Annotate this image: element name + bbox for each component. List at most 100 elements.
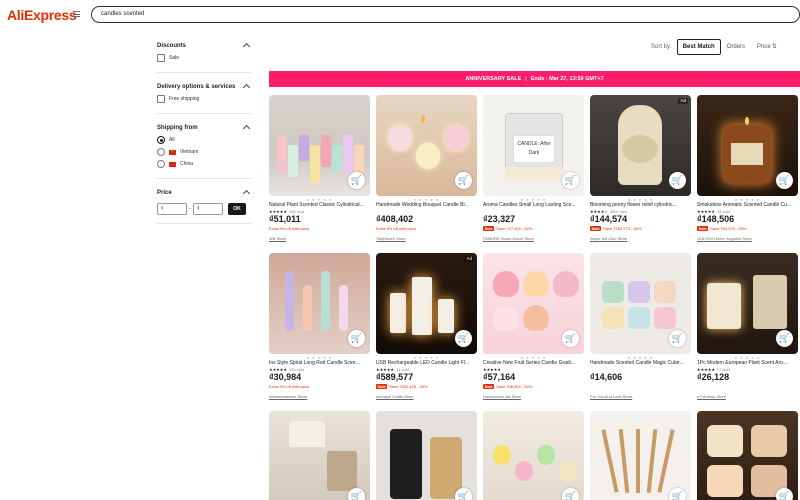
free-shipping-checkbox[interactable] <box>157 95 165 103</box>
store-link[interactable]: For You And Love Store <box>590 394 632 400</box>
promo-detail: Extra 2% off with coins <box>269 384 310 389</box>
radio-all[interactable] <box>157 136 165 144</box>
product-image[interactable]: 🛒 <box>590 411 691 500</box>
price-ok-button[interactable]: OK <box>228 203 246 215</box>
price-max-input[interactable]: ₫ <box>193 203 223 215</box>
store-link[interactable]: Super Init Club Store <box>590 236 627 242</box>
product-title[interactable]: Aroma Candles Small Long Lasting Sce... <box>483 202 584 209</box>
anniversary-sale-banner[interactable]: ANNIVERSARY SALE | Ends : Mar 27, 13:59 GM… <box>269 71 800 87</box>
product-image[interactable]: 🛒 <box>376 95 477 196</box>
filter-sidebar: Discounts Sale Delivery options & servic… <box>157 40 251 232</box>
add-to-cart-icon[interactable]: 🛒 <box>348 330 365 347</box>
promo-detail: Save ₫94,975 - 39% <box>710 226 747 231</box>
add-to-cart-icon[interactable]: 🛒 <box>776 330 793 347</box>
product-image[interactable]: 🛒 <box>697 253 798 354</box>
store-link[interactable]: TidyHaven Store <box>376 236 406 242</box>
promo-text: Sale Save ₫27,426 - 54% <box>483 226 532 232</box>
product-title[interactable]: 1Pc Modern European Plant Scent Aro... <box>697 360 798 367</box>
product-title[interactable]: Handmade Wedding Bouquet Candle Bi... <box>376 202 477 209</box>
add-to-cart-icon[interactable]: 🛒 <box>348 488 365 500</box>
filter-title: Price <box>157 190 172 196</box>
product-title[interactable]: USB Rechargeable LED Candle Light Fl... <box>376 360 477 367</box>
sale-checkbox[interactable] <box>157 54 165 62</box>
option-label: China <box>180 161 194 167</box>
store-link[interactable]: eTuli shop Store <box>697 394 726 400</box>
add-to-cart-icon[interactable]: 🛒 <box>348 172 365 189</box>
china-flag-icon <box>169 159 176 167</box>
product-price: ₫14,606 <box>590 372 623 382</box>
product-image[interactable]: 🛒 <box>697 411 798 500</box>
sort-price[interactable]: Price⇅ <box>751 39 783 55</box>
product-image[interactable]: CANDLE: After Dark 🛒 <box>483 95 584 196</box>
promo-text: Sale Save ₫162,773 - 53% <box>590 226 642 232</box>
product-image[interactable]: Ad 🛒 <box>590 95 691 196</box>
radio-vietnam[interactable] <box>157 148 165 156</box>
product-image[interactable]: 🛒 <box>376 411 477 500</box>
store-link[interactable]: Will Store <box>269 236 286 242</box>
sort-orders[interactable]: Orders <box>721 39 751 55</box>
option-label: Vietnam <box>180 149 199 155</box>
product-price: ₫51,011 <box>269 214 301 224</box>
product-title[interactable]: Handmade Scented Candle Magic Cube... <box>590 360 691 367</box>
add-to-cart-icon[interactable]: 🛒 <box>562 330 579 347</box>
product-title[interactable]: Creative New Fruit Series Candle Gradi..… <box>483 360 584 367</box>
filter-option-free-shipping[interactable]: Free shipping <box>157 93 251 105</box>
sort-bar: Sort by: Best Match Orders Price⇅ <box>651 39 783 55</box>
store-link[interactable]: UNLYEN Home Supplies Store <box>697 236 752 242</box>
product-price: ₫589,577 <box>376 372 414 382</box>
ad-badge: Ad <box>678 98 688 104</box>
filter-title: Delivery options & services <box>157 84 236 90</box>
ship-from-vietnam[interactable]: Vietnam <box>157 146 251 158</box>
add-to-cart-icon[interactable]: 🛒 <box>455 330 472 347</box>
promo-detail: Save ₫452,428 - 45% <box>389 384 428 389</box>
product-title[interactable]: Blooming peony flower relief cylindric..… <box>590 202 691 209</box>
add-to-cart-icon[interactable]: 🛒 <box>776 172 793 189</box>
product-image[interactable]: 🛒 <box>483 411 584 500</box>
banner-ends: Ends : Mar 27, 13:59 GMT+7 <box>530 76 604 82</box>
candle-label: CANDLE: After Dark <box>513 135 555 163</box>
hamburger-icon[interactable] <box>73 11 80 17</box>
product-image[interactable]: 🛒 <box>269 411 370 500</box>
store-link[interactable]: sunnaye Crafts Store <box>376 394 414 400</box>
product-title[interactable]: Ins Style Spiral Long Rod Candle Scen... <box>269 360 370 367</box>
add-to-cart-icon[interactable]: 🛒 <box>776 488 793 500</box>
aliexpress-logo[interactable]: AliExpress <box>7 7 77 23</box>
product-image[interactable]: Ad 🛒 <box>376 253 477 354</box>
product-title[interactable]: Natural Plant Scented Classic Cylindrica… <box>269 202 370 209</box>
product-image[interactable]: 🛒 <box>483 253 584 354</box>
search-input[interactable]: candles scented <box>91 6 800 23</box>
promo-detail: Save ₫27,426 - 54% <box>496 226 533 231</box>
add-to-cart-icon[interactable]: 🛒 <box>562 172 579 189</box>
sort-price-label: Price <box>757 44 771 50</box>
price-min-input[interactable]: ₫ <box>157 203 187 215</box>
radio-china[interactable] <box>157 160 165 168</box>
filter-delivery: Delivery options & services Free shippin… <box>157 81 251 114</box>
product-image[interactable]: 🛒 <box>269 95 370 196</box>
add-to-cart-icon[interactable]: 🛒 <box>455 172 472 189</box>
add-to-cart-icon[interactable]: 🛒 <box>455 488 472 500</box>
banner-separator: | <box>525 76 527 82</box>
product-image[interactable]: 🛒 <box>697 95 798 196</box>
sale-tag: Sale <box>483 384 495 389</box>
ship-from-china[interactable]: China <box>157 158 251 170</box>
store-link[interactable]: Houseworm Art Store <box>483 394 521 400</box>
filter-shipping-from: Shipping from All Vietnam China <box>157 122 251 179</box>
product-price: ₫57,164 <box>483 372 516 382</box>
promo-text: Sale Save ₫94,975 - 39% <box>697 226 746 232</box>
filter-title: Shipping from <box>157 125 198 131</box>
add-to-cart-icon[interactable]: 🛒 <box>669 172 686 189</box>
product-image[interactable]: 🛒 <box>269 253 370 354</box>
promo-detail: Extra 5% off with coins <box>376 226 417 231</box>
product-image[interactable]: 🛒 <box>590 253 691 354</box>
sort-best-match[interactable]: Best Match <box>676 39 721 55</box>
store-link[interactable]: FAMURE Home Decor Store <box>483 236 534 242</box>
ship-from-all[interactable]: All <box>157 134 251 146</box>
sale-tag: Sale <box>697 226 709 231</box>
product-title[interactable]: Smokeless Aromatic Scented Candle Cu... <box>697 202 798 209</box>
store-link[interactable]: Westmelastone Store <box>269 394 307 400</box>
filter-option-sale[interactable]: Sale <box>157 52 251 64</box>
add-to-cart-icon[interactable]: 🛒 <box>562 488 579 500</box>
add-to-cart-icon[interactable]: 🛒 <box>669 330 686 347</box>
promo-detail: Save ₫162,773 - 53% <box>603 226 642 231</box>
add-to-cart-icon[interactable]: 🛒 <box>669 488 686 500</box>
